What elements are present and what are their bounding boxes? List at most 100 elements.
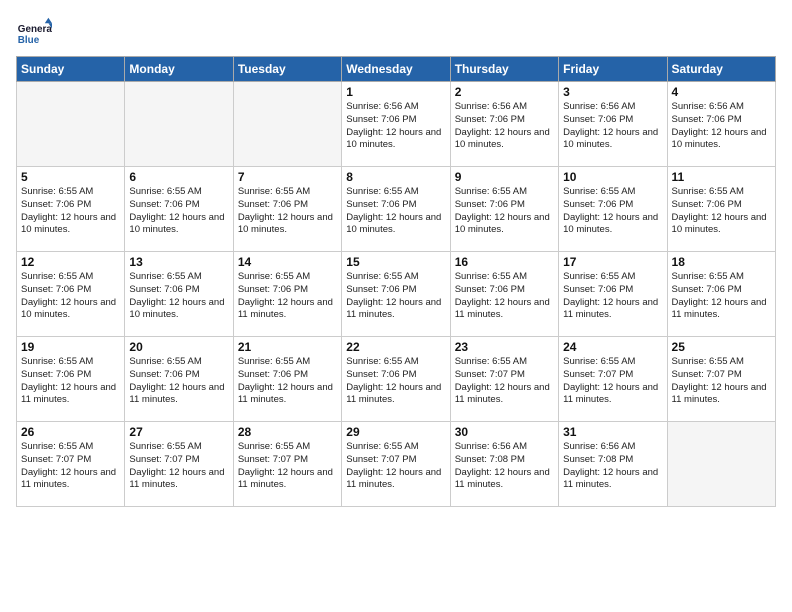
day-number: 2 [455,85,554,99]
cell-info: Sunrise: 6:55 AMSunset: 7:06 PMDaylight:… [346,186,445,237]
day-number: 29 [346,425,445,439]
day-number: 30 [455,425,554,439]
cell-info: Sunrise: 6:55 AMSunset: 7:06 PMDaylight:… [129,356,228,407]
calendar-week-1: 1 Sunrise: 6:56 AMSunset: 7:06 PMDaylight… [17,82,776,167]
day-number: 3 [563,85,662,99]
calendar-cell [17,82,125,167]
calendar-cell: 23 Sunrise: 6:55 AMSunset: 7:07 PMDayligh… [450,337,558,422]
calendar-week-3: 12 Sunrise: 6:55 AMSunset: 7:06 PMDayligh… [17,252,776,337]
day-number: 24 [563,340,662,354]
day-number: 15 [346,255,445,269]
cell-info: Sunrise: 6:56 AMSunset: 7:06 PMDaylight:… [455,101,554,152]
day-number: 4 [672,85,771,99]
calendar-table: SundayMondayTuesdayWednesdayThursdayFrid… [16,56,776,507]
cell-info: Sunrise: 6:55 AMSunset: 7:06 PMDaylight:… [21,356,120,407]
cell-info: Sunrise: 6:55 AMSunset: 7:06 PMDaylight:… [238,186,337,237]
calendar-cell: 21Sunrise: 6:55 AMSunset: 7:06 PMDayligh… [233,337,341,422]
column-header-saturday: Saturday [667,57,775,82]
day-number: 8 [346,170,445,184]
calendar-cell: 11Sunrise: 6:55 AMSunset: 7:06 PMDayligh… [667,167,775,252]
column-header-tuesday: Tuesday [233,57,341,82]
calendar-cell: 2 Sunrise: 6:56 AMSunset: 7:06 PMDaylight… [450,82,558,167]
calendar-cell: 8 Sunrise: 6:55 AMSunset: 7:06 PMDaylight… [342,167,450,252]
column-header-wednesday: Wednesday [342,57,450,82]
day-number: 12 [21,255,120,269]
calendar-cell: 4Sunrise: 6:56 AMSunset: 7:06 PMDaylight… [667,82,775,167]
day-number: 5 [21,170,120,184]
cell-info: Sunrise: 6:56 AMSunset: 7:06 PMDaylight:… [563,101,662,152]
day-number: 9 [455,170,554,184]
calendar-week-5: 26 Sunrise: 6:55 AMSunset: 7:07 PMDayligh… [17,422,776,507]
calendar-cell: 28 Sunrise: 6:55 AMSunset: 7:07 PMDayligh… [233,422,341,507]
column-header-friday: Friday [559,57,667,82]
calendar-cell: 9 Sunrise: 6:55 AMSunset: 7:06 PMDaylight… [450,167,558,252]
calendar-cell: 24 Sunrise: 6:55 AMSunset: 7:07 PMDayligh… [559,337,667,422]
day-number: 14 [238,255,337,269]
day-number: 25 [672,340,771,354]
day-number: 23 [455,340,554,354]
day-number: 7 [238,170,337,184]
calendar-cell: 14 Sunrise: 6:55 AMSunset: 7:06 PMDayligh… [233,252,341,337]
calendar-cell: 16Sunrise: 6:55 AMSunset: 7:06 PMDayligh… [450,252,558,337]
calendar-cell: 30Sunrise: 6:56 AMSunset: 7:08 PMDayligh… [450,422,558,507]
column-header-sunday: Sunday [17,57,125,82]
calendar-cell: 17Sunrise: 6:55 AMSunset: 7:06 PMDayligh… [559,252,667,337]
cell-info: Sunrise: 6:55 AMSunset: 7:06 PMDaylight:… [346,356,445,407]
calendar-cell: 26 Sunrise: 6:55 AMSunset: 7:07 PMDayligh… [17,422,125,507]
day-number: 22 [346,340,445,354]
logo: General Blue [16,16,52,52]
cell-info: Sunrise: 6:55 AMSunset: 7:06 PMDaylight:… [455,271,554,322]
calendar-cell [667,422,775,507]
cell-info: Sunrise: 6:55 AMSunset: 7:06 PMDaylight:… [21,271,120,322]
day-number: 20 [129,340,228,354]
cell-info: Sunrise: 6:55 AMSunset: 7:06 PMDaylight:… [129,271,228,322]
calendar-week-4: 19 Sunrise: 6:55 AMSunset: 7:06 PMDayligh… [17,337,776,422]
day-number: 19 [21,340,120,354]
page-header: General Blue [16,16,776,52]
cell-info: Sunrise: 6:55 AMSunset: 7:06 PMDaylight:… [563,186,662,237]
calendar-cell: 3 Sunrise: 6:56 AMSunset: 7:06 PMDaylight… [559,82,667,167]
svg-text:Blue: Blue [18,35,40,46]
cell-info: Sunrise: 6:55 AMSunset: 7:07 PMDaylight:… [346,441,445,492]
day-number: 10 [563,170,662,184]
column-header-monday: Monday [125,57,233,82]
cell-info: Sunrise: 6:56 AMSunset: 7:06 PMDaylight:… [346,101,445,152]
column-header-thursday: Thursday [450,57,558,82]
day-number: 21 [238,340,337,354]
day-number: 18 [672,255,771,269]
calendar-cell [125,82,233,167]
cell-info: Sunrise: 6:55 AMSunset: 7:06 PMDaylight:… [455,186,554,237]
day-number: 1 [346,85,445,99]
calendar-cell: 22 Sunrise: 6:55 AMSunset: 7:06 PMDayligh… [342,337,450,422]
cell-info: Sunrise: 6:55 AMSunset: 7:06 PMDaylight:… [346,271,445,322]
day-number: 17 [563,255,662,269]
day-number: 26 [21,425,120,439]
calendar-week-2: 5 Sunrise: 6:55 AMSunset: 7:06 PMDaylight… [17,167,776,252]
calendar-cell: 20 Sunrise: 6:55 AMSunset: 7:06 PMDayligh… [125,337,233,422]
day-number: 6 [129,170,228,184]
cell-info: Sunrise: 6:56 AMSunset: 7:08 PMDaylight:… [563,441,662,492]
calendar-cell: 25 Sunrise: 6:55 AMSunset: 7:07 PMDayligh… [667,337,775,422]
cell-info: Sunrise: 6:55 AMSunset: 7:07 PMDaylight:… [21,441,120,492]
day-number: 27 [129,425,228,439]
cell-info: Sunrise: 6:55 AMSunset: 7:07 PMDaylight:… [455,356,554,407]
calendar-cell: 1 Sunrise: 6:56 AMSunset: 7:06 PMDaylight… [342,82,450,167]
cell-info: Sunrise: 6:55 AMSunset: 7:06 PMDaylight:… [672,271,771,322]
calendar-cell: 31Sunrise: 6:56 AMSunset: 7:08 PMDayligh… [559,422,667,507]
cell-info: Sunrise: 6:55 AMSunset: 7:06 PMDaylight:… [238,271,337,322]
logo-icon: General Blue [16,16,52,52]
cell-info: Sunrise: 6:55 AMSunset: 7:07 PMDaylight:… [563,356,662,407]
calendar-cell: 29 Sunrise: 6:55 AMSunset: 7:07 PMDayligh… [342,422,450,507]
calendar-cell: 12 Sunrise: 6:55 AMSunset: 7:06 PMDayligh… [17,252,125,337]
cell-info: Sunrise: 6:55 AMSunset: 7:06 PMDaylight:… [21,186,120,237]
calendar-cell: 18 Sunrise: 6:55 AMSunset: 7:06 PMDayligh… [667,252,775,337]
cell-info: Sunrise: 6:55 AMSunset: 7:07 PMDaylight:… [672,356,771,407]
day-number: 11 [672,170,771,184]
calendar-cell: 13Sunrise: 6:55 AMSunset: 7:06 PMDayligh… [125,252,233,337]
calendar-cell: 27 Sunrise: 6:55 AMSunset: 7:07 PMDayligh… [125,422,233,507]
cell-info: Sunrise: 6:55 AMSunset: 7:07 PMDaylight:… [238,441,337,492]
cell-info: Sunrise: 6:55 AMSunset: 7:07 PMDaylight:… [129,441,228,492]
calendar-cell: 15 Sunrise: 6:55 AMSunset: 7:06 PMDayligh… [342,252,450,337]
day-number: 28 [238,425,337,439]
cell-info: Sunrise: 6:55 AMSunset: 7:06 PMDaylight:… [129,186,228,237]
